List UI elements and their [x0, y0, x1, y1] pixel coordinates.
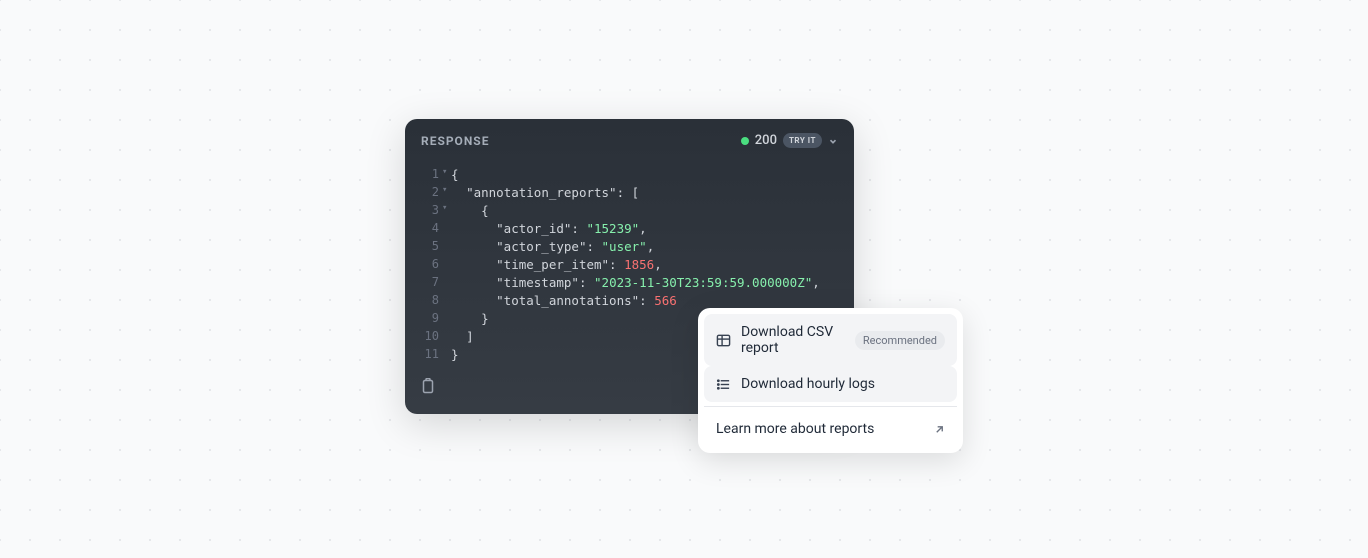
fold-marker-icon — [439, 310, 451, 328]
line-number: 4 — [421, 220, 439, 238]
code-content: ] — [451, 328, 474, 346]
code-content: { — [451, 202, 489, 220]
menu-item-label: Download CSV report — [741, 324, 845, 356]
fold-marker-icon — [439, 292, 451, 310]
fold-marker-icon[interactable]: ▾ — [439, 202, 451, 220]
code-line: 1▾{ — [421, 166, 838, 184]
line-number: 7 — [421, 274, 439, 292]
code-content: "total_annotations": 566 — [451, 292, 677, 310]
clipboard-icon[interactable] — [421, 378, 435, 394]
fold-marker-icon[interactable]: ▾ — [439, 166, 451, 184]
list-icon — [716, 377, 731, 392]
menu-item-label: Download hourly logs — [741, 376, 945, 392]
fold-marker-icon — [439, 274, 451, 292]
line-number: 3 — [421, 202, 439, 220]
status-dot-icon — [741, 137, 749, 145]
try-it-button[interactable]: TRY IT — [783, 133, 822, 148]
line-number: 6 — [421, 256, 439, 274]
fold-marker-icon — [439, 220, 451, 238]
menu-item-download-csv[interactable]: Download CSV report Recommended — [704, 314, 957, 366]
header-status-area: 200 TRY IT — [741, 133, 838, 148]
code-line: 3▾ { — [421, 202, 838, 220]
status-code: 200 — [755, 133, 777, 148]
menu-item-download-hourly[interactable]: Download hourly logs — [704, 366, 957, 402]
line-number: 5 — [421, 238, 439, 256]
fold-marker-icon — [439, 256, 451, 274]
code-line: 6 "time_per_item": 1856, — [421, 256, 838, 274]
code-content: "time_per_item": 1856, — [451, 256, 662, 274]
panel-header: RESPONSE 200 TRY IT — [405, 119, 854, 158]
line-number: 11 — [421, 346, 439, 364]
code-line: 7 "timestamp": "2023-11-30T23:59:59.0000… — [421, 274, 838, 292]
code-content: } — [451, 310, 489, 328]
code-content: "actor_id": "15239", — [451, 220, 647, 238]
code-content: "annotation_reports": [ — [451, 184, 639, 202]
code-content: } — [451, 346, 459, 364]
line-number: 1 — [421, 166, 439, 184]
reports-dropdown-menu: Download CSV report Recommended Download… — [698, 308, 963, 453]
code-line: 4 "actor_id": "15239", — [421, 220, 838, 238]
code-line: 2▾ "annotation_reports": [ — [421, 184, 838, 202]
code-content: "actor_type": "user", — [451, 238, 654, 256]
external-link-icon — [934, 424, 945, 435]
recommended-badge: Recommended — [855, 331, 945, 350]
menu-item-label: Learn more about reports — [716, 421, 924, 437]
chevron-down-icon[interactable] — [828, 136, 838, 146]
code-content: "timestamp": "2023-11-30T23:59:59.000000… — [451, 274, 820, 292]
menu-item-learn-more[interactable]: Learn more about reports — [704, 411, 957, 447]
fold-marker-icon[interactable]: ▾ — [439, 184, 451, 202]
line-number: 10 — [421, 328, 439, 346]
fold-marker-icon — [439, 238, 451, 256]
menu-divider — [704, 406, 957, 407]
fold-marker-icon — [439, 328, 451, 346]
code-content: { — [451, 166, 459, 184]
code-line: 5 "actor_type": "user", — [421, 238, 838, 256]
line-number: 2 — [421, 184, 439, 202]
panel-title: RESPONSE — [421, 134, 489, 148]
table-icon — [716, 333, 731, 348]
fold-marker-icon — [439, 346, 451, 364]
line-number: 8 — [421, 292, 439, 310]
line-number: 9 — [421, 310, 439, 328]
